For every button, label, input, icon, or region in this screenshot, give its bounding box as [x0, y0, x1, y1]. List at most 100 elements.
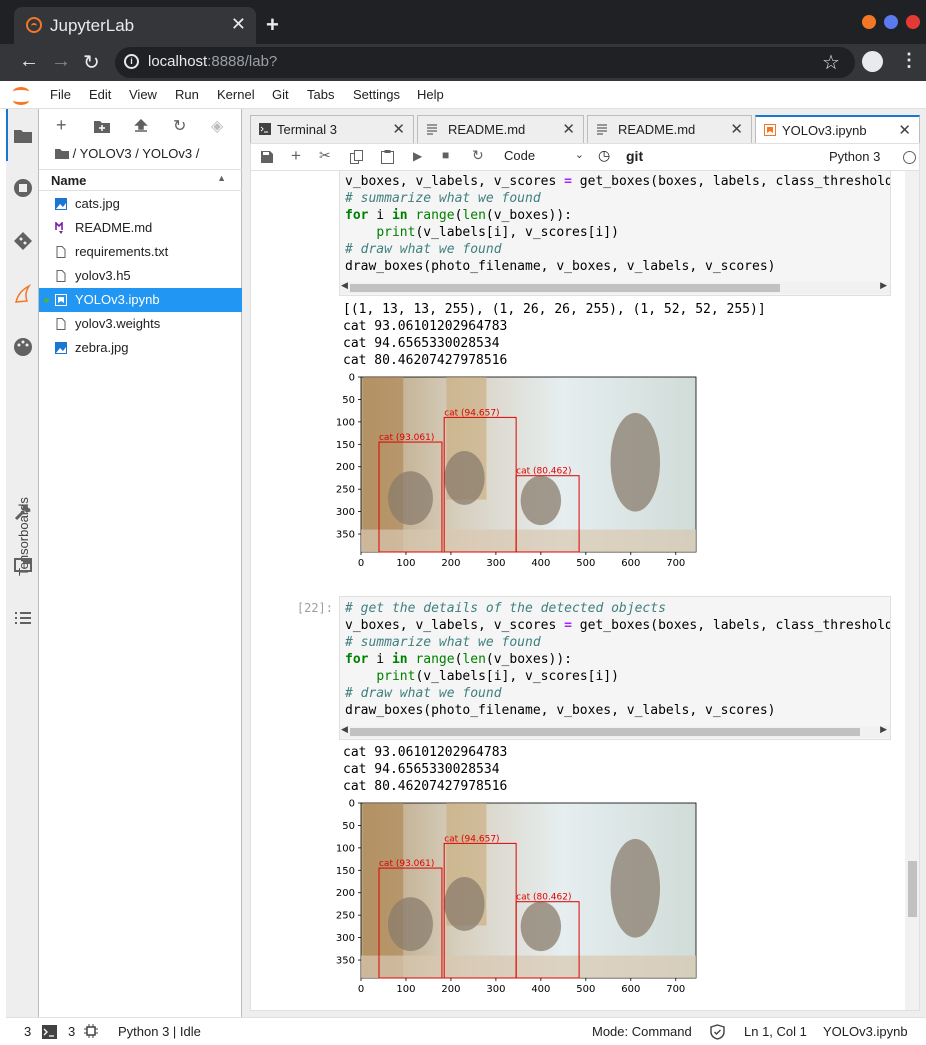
cursor-position[interactable]: Ln 1, Col 1	[744, 1024, 807, 1039]
code-line: print(v_labels[i], v_scores[i])	[376, 225, 619, 240]
horizontal-scrollbar[interactable]: ◀ ▶	[340, 280, 890, 294]
y-tick-label: 50	[342, 821, 355, 832]
window-minimize-button[interactable]	[862, 15, 876, 29]
close-icon[interactable]: ✕	[898, 121, 911, 139]
kernel-count[interactable]: 3	[68, 1024, 75, 1039]
refresh-icon[interactable]: ↻	[173, 116, 186, 136]
browser-tab[interactable]: JupyterLab ✕	[14, 7, 256, 44]
file-list-header[interactable]: Name ▲	[39, 169, 242, 191]
scrollbar-thumb[interactable]	[908, 861, 917, 917]
close-icon[interactable]: ✕	[392, 120, 405, 138]
code-line: draw_boxes(photo_filename, v_boxes, v_la…	[345, 259, 776, 274]
tab-readme-md-2[interactable]: README.md ✕	[587, 115, 752, 143]
tab-yolov3-ipynb[interactable]: YOLOv3.ipynb ✕	[755, 115, 920, 144]
running-sessions-icon[interactable]	[13, 178, 33, 198]
upload-icon[interactable]	[134, 119, 148, 133]
file-item-cats-jpg[interactable]: cats.jpg	[39, 192, 242, 216]
scroll-right-icon[interactable]: ▶	[880, 280, 887, 291]
window-close-button[interactable]	[906, 15, 920, 29]
breadcrumb-path[interactable]: / YOLOV3 / YOLOv3 /	[73, 146, 200, 161]
extension-flame-icon[interactable]	[13, 284, 33, 304]
scroll-right-icon[interactable]: ▶	[880, 724, 887, 735]
file-item-yolov3-ipynb[interactable]: YOLOv3.ipynb	[39, 288, 242, 312]
tab-readme-md-1[interactable]: README.md ✕	[417, 115, 584, 143]
bookmark-star-icon[interactable]: ☆	[822, 50, 840, 75]
kernel-status-text[interactable]: Python 3 | Idle	[118, 1024, 201, 1039]
cut-icon[interactable]: ✂	[319, 147, 331, 164]
menu-run[interactable]: Run	[175, 87, 199, 102]
new-folder-icon[interactable]	[94, 119, 110, 133]
horizontal-scrollbar[interactable]: ◀ ▶	[340, 724, 890, 738]
y-tick-label: 300	[336, 933, 355, 944]
menu-view[interactable]: View	[129, 87, 157, 102]
interrupt-icon[interactable]: ■	[442, 148, 449, 162]
jupyter-logo-icon	[12, 85, 32, 105]
back-arrow-icon[interactable]: ←	[19, 50, 39, 73]
paste-icon[interactable]	[381, 150, 394, 164]
scroll-left-icon[interactable]: ◀	[341, 724, 348, 735]
code-cell-editor[interactable]: # get the details of the detected object…	[339, 171, 891, 296]
folder-icon[interactable]	[55, 148, 69, 159]
menu-help[interactable]: Help	[417, 87, 444, 102]
y-tick-label: 250	[336, 911, 355, 922]
close-icon[interactable]: ✕	[730, 120, 743, 138]
menu-settings[interactable]: Settings	[353, 87, 400, 102]
palette-icon[interactable]	[13, 337, 33, 357]
tab-terminal-3[interactable]: Terminal 3 ✕	[250, 115, 414, 143]
new-launcher-icon[interactable]: +	[56, 115, 67, 136]
reload-icon[interactable]: ↻	[83, 50, 100, 75]
tabs-icon[interactable]	[13, 555, 33, 575]
forward-arrow-icon[interactable]: →	[51, 50, 71, 73]
menu-edit[interactable]: Edit	[89, 87, 111, 102]
file-browser: + ↻ ◈ / YOLOV3 / YOLOv3 / Name ▲ cats.jp…	[39, 109, 242, 1017]
new-tab-button[interactable]: +	[266, 12, 279, 38]
browser-menu-icon[interactable]: ⋮	[900, 50, 918, 71]
code-line: # get the details of the detected object…	[345, 171, 666, 172]
scroll-left-icon[interactable]: ◀	[341, 280, 348, 291]
profile-avatar-icon[interactable]	[862, 51, 883, 72]
copy-icon[interactable]	[350, 150, 363, 164]
kernel-name[interactable]: Python 3	[829, 149, 880, 164]
clock-icon[interactable]: ◷	[598, 147, 610, 164]
file-item-yolov3-weights[interactable]: yolov3.weights	[39, 312, 242, 336]
window-maximize-button[interactable]	[884, 15, 898, 29]
vertical-scrollbar[interactable]	[905, 171, 919, 1010]
table-of-contents-icon[interactable]	[13, 608, 33, 628]
menu-kernel[interactable]: Kernel	[217, 87, 255, 102]
kitten-shape	[387, 897, 433, 952]
folder-icon[interactable]	[13, 126, 33, 146]
scrollbar-thumb[interactable]	[350, 728, 860, 736]
close-tab-icon[interactable]: ✕	[231, 14, 246, 35]
run-icon[interactable]: ▶	[413, 149, 422, 163]
name-column-header[interactable]: Name	[51, 173, 86, 188]
insert-cell-icon[interactable]: +	[291, 146, 301, 166]
code-cell-editor[interactable]: # get the details of the detected object…	[339, 596, 891, 740]
menu-file[interactable]: File	[50, 87, 71, 102]
scratching-post	[363, 377, 404, 552]
kitten-shape	[610, 412, 661, 512]
notebook-panel[interactable]: # get the details of the detected object…	[250, 171, 920, 1011]
x-tick-label: 700	[666, 984, 685, 995]
file-item-readme-md[interactable]: README.md	[39, 216, 242, 240]
terminal-count[interactable]: 3	[24, 1024, 31, 1039]
x-tick-label: 300	[486, 984, 505, 995]
y-tick-label: 150	[336, 866, 355, 877]
git-diff-button[interactable]: git	[626, 148, 643, 164]
url-field[interactable]: i localhost:8888/lab?	[115, 47, 855, 78]
file-item-requirements-txt[interactable]: requirements.txt	[39, 240, 242, 264]
menu-tabs[interactable]: Tabs	[307, 87, 334, 102]
scrollbar-thumb[interactable]	[350, 284, 780, 292]
x-tick-label: 700	[666, 558, 685, 569]
git-clone-icon[interactable]: ◈	[211, 116, 223, 136]
cell-type-select[interactable]: Code ⌄	[504, 148, 584, 163]
file-item-zebra-jpg[interactable]: zebra.jpg	[39, 336, 242, 360]
save-icon[interactable]	[261, 151, 273, 163]
close-icon[interactable]: ✕	[562, 120, 575, 138]
output-text: cat 80.46207427978516	[343, 779, 508, 794]
file-item-yolov3-h5[interactable]: yolov3.h5	[39, 264, 242, 288]
wrench-icon[interactable]	[13, 502, 33, 522]
site-info-icon[interactable]: i	[124, 54, 139, 69]
restart-icon[interactable]: ↻	[472, 147, 484, 164]
menu-git[interactable]: Git	[272, 87, 289, 102]
git-icon[interactable]	[13, 231, 33, 251]
